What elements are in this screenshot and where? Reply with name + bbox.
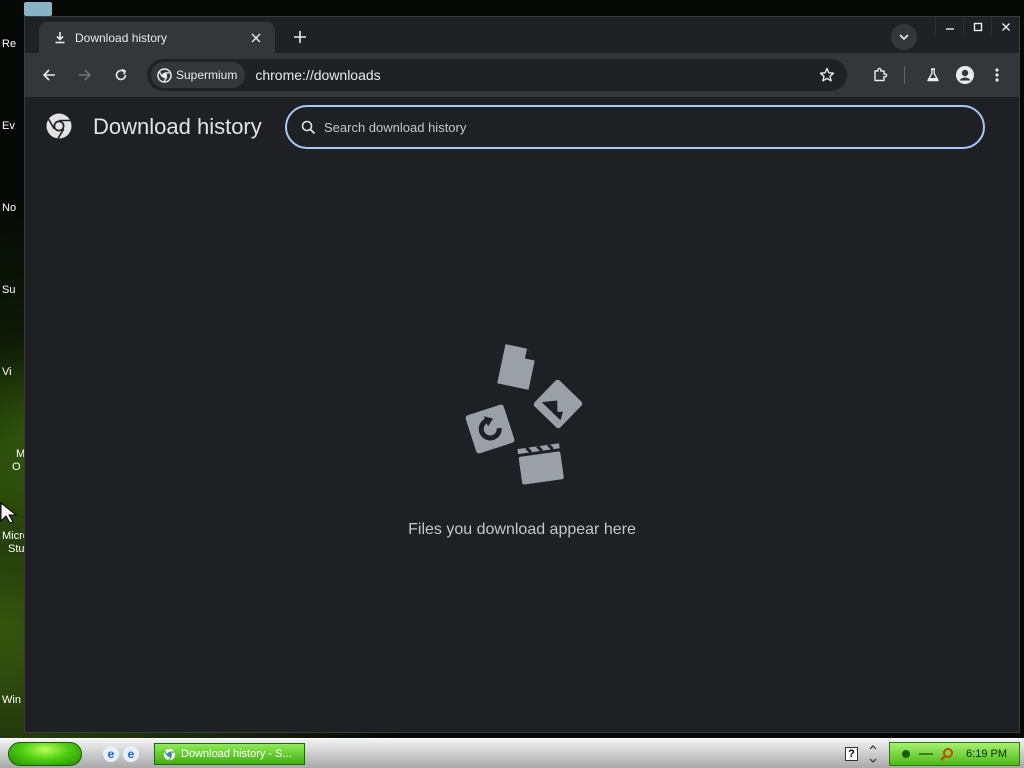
site-chip-label: Supermium	[176, 68, 238, 82]
taskbar: e e Download history - S... ? 6:19 PM	[0, 738, 1024, 768]
maximize-icon	[973, 22, 982, 32]
extensions-button[interactable]	[866, 61, 894, 89]
arrow-right-icon	[79, 69, 92, 81]
address-bar[interactable]: Supermium chrome://downloads	[147, 59, 847, 91]
reload-button[interactable]	[107, 61, 135, 89]
browser-window: Download history Supermium chrome://down…	[24, 16, 1020, 733]
tab-search-button[interactable]	[891, 24, 917, 50]
labs-button[interactable]	[919, 61, 947, 89]
search-input[interactable]	[324, 119, 944, 135]
toolbar-separator	[904, 66, 905, 84]
desktop-icon-label[interactable]: Su	[2, 284, 15, 296]
toolbar-actions	[862, 61, 1011, 89]
desktop-icon-label[interactable]: Stu	[8, 543, 25, 555]
desktop-icon[interactable]	[24, 2, 52, 16]
help-icon[interactable]: ?	[845, 747, 858, 761]
site-info-chip[interactable]: Supermium	[151, 62, 246, 88]
menu-button[interactable]	[983, 61, 1011, 89]
new-tab-button[interactable]	[288, 25, 312, 49]
profile-button[interactable]	[951, 61, 979, 89]
search-icon	[301, 120, 316, 134]
tab-download-history[interactable]: Download history	[39, 22, 275, 53]
tray-expand-icon[interactable]	[868, 744, 878, 764]
image-icon	[533, 379, 583, 429]
search-download-history[interactable]	[285, 105, 985, 149]
reload-icon	[115, 68, 127, 81]
url-text[interactable]: chrome://downloads	[255, 67, 813, 83]
clock[interactable]: 6:19 PM	[966, 748, 1007, 760]
star-icon	[819, 67, 835, 82]
close-icon	[251, 33, 261, 42]
puzzle-piece-icon	[874, 67, 888, 82]
url-scheme: chrome://	[255, 67, 314, 83]
desktop-icon-label[interactable]: Ev	[2, 120, 15, 132]
window-controls	[935, 17, 1019, 37]
forward-button[interactable]	[71, 61, 99, 89]
desktop-icon-label[interactable]: O	[12, 461, 21, 473]
download-icon	[53, 31, 67, 45]
title-bar: Download history	[25, 17, 1019, 53]
taskbar-item-label: Download history - S...	[181, 748, 292, 760]
desktop-icon-label[interactable]: Re	[2, 38, 16, 50]
back-button[interactable]	[35, 61, 63, 89]
chromium-logo-icon	[157, 67, 172, 83]
start-button[interactable]	[8, 742, 82, 766]
flask-icon	[927, 68, 939, 82]
internet-explorer-icon[interactable]: e	[103, 746, 119, 762]
browser-quicklaunch-icon[interactable]: e	[123, 746, 139, 762]
page-header: Download history	[25, 97, 1019, 157]
desktop-icon-label[interactable]: No	[2, 202, 16, 214]
close-window-button[interactable]	[991, 17, 1019, 37]
chevron-down-icon	[899, 34, 909, 41]
empty-state-message: Files you download appear here	[408, 521, 636, 538]
profile-avatar-icon	[956, 66, 974, 84]
chromium-logo-icon	[46, 113, 72, 139]
audio-icon	[465, 404, 515, 454]
minimize-icon	[945, 28, 954, 30]
url-host: downloads	[313, 67, 381, 83]
empty-downloads-illustration	[465, 344, 583, 485]
video-icon	[517, 443, 564, 485]
page-title: Download history	[93, 114, 262, 139]
taskbar-item-download-history[interactable]: Download history - S...	[154, 743, 305, 765]
volume-icon[interactable]	[918, 749, 934, 759]
minimize-button[interactable]	[935, 17, 963, 37]
network-icon[interactable]	[900, 748, 912, 760]
desktop-icon-label[interactable]: Vi	[2, 366, 12, 378]
system-tray: 6:19 PM	[889, 742, 1020, 766]
bookmark-button[interactable]	[813, 61, 841, 89]
tab-close-button[interactable]	[247, 29, 265, 47]
desktop-icon-label[interactable]: Win	[2, 694, 21, 706]
close-icon	[1001, 23, 1010, 31]
mouse-cursor-icon	[0, 502, 18, 524]
maximize-button[interactable]	[963, 17, 991, 37]
search-icon[interactable]	[940, 747, 954, 761]
tab-title: Download history	[75, 30, 168, 45]
browser-toolbar: Supermium chrome://downloads	[25, 53, 1019, 97]
chromium-logo-icon	[163, 748, 176, 760]
downloads-page: Download history Search download history…	[25, 97, 1019, 732]
arrow-left-icon	[42, 69, 55, 81]
kebab-menu-icon	[995, 68, 999, 82]
document-icon	[497, 344, 535, 390]
plus-icon	[294, 31, 306, 43]
